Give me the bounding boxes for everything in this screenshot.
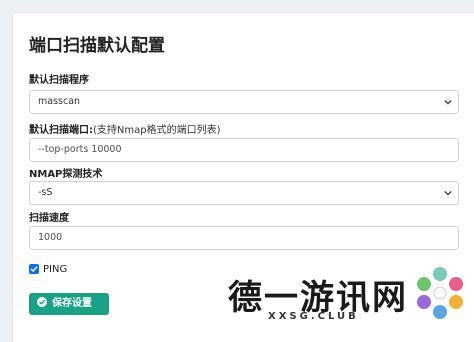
- nmap-tech-select-value: -sS: [38, 187, 53, 198]
- ping-label: PING: [43, 264, 68, 275]
- scanner-label: 默认扫描程序: [29, 75, 89, 86]
- watermark-logo: [417, 267, 463, 319]
- save-button[interactable]: 保存设置: [29, 293, 109, 315]
- watermark-sub: XXSG.CLUB: [268, 311, 359, 322]
- ping-checkbox-row[interactable]: PING: [29, 264, 67, 275]
- ping-checkbox[interactable]: [29, 264, 39, 274]
- speed-label: 扫描速度: [29, 213, 69, 224]
- scanner-select-value: masscan: [38, 96, 81, 107]
- chevron-down-icon: [444, 190, 452, 196]
- ports-input[interactable]: --top-ports 10000: [29, 138, 459, 162]
- ports-label-text: 默认扫描端口:: [29, 125, 93, 136]
- check-icon: [30, 266, 38, 273]
- chevron-down-icon: [444, 99, 452, 105]
- save-button-label: 保存设置: [52, 298, 92, 309]
- page-title: 端口扫描默认配置: [29, 36, 165, 56]
- nmap-tech-select[interactable]: -sS: [29, 181, 459, 205]
- speed-input-value: 1000: [38, 232, 63, 243]
- ports-hint: (支持Nmap格式的端口列表): [93, 125, 221, 136]
- speed-input[interactable]: 1000: [29, 226, 459, 250]
- scanner-select[interactable]: masscan: [29, 90, 459, 114]
- ports-label: 默认扫描端口:(支持Nmap格式的端口列表): [29, 121, 221, 136]
- nmap-tech-label: NMAP探测技术: [29, 169, 103, 180]
- ports-input-value: --top-ports 10000: [38, 144, 122, 155]
- check-circle-icon: [37, 297, 47, 307]
